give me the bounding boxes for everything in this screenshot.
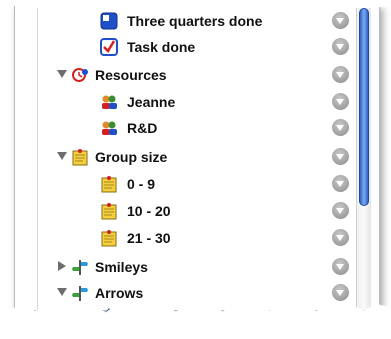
row-action-button[interactable]: [332, 284, 349, 301]
tree-row-label: 10 - 20: [127, 203, 171, 219]
tree-row-arrows[interactable]: Arrows: [15, 280, 379, 306]
tree-row-label: 21 - 30: [127, 230, 171, 246]
tree-row-21-30[interactable]: 21 - 30: [15, 225, 379, 251]
disclosure-triangle-collapsed[interactable]: [58, 261, 66, 271]
row-action-button[interactable]: [332, 229, 349, 246]
three-quarters-done-icon: [100, 12, 118, 30]
tree-row-label: Resources: [95, 67, 167, 83]
row-action-button[interactable]: [332, 175, 349, 192]
tree-row-label: R&D: [127, 120, 158, 136]
sticky-note-icon: [101, 176, 117, 193]
signpost-icon: [72, 260, 88, 275]
tree-row-three-quarters-done[interactable]: Three quarters done: [15, 8, 379, 34]
person-icon: [102, 95, 117, 109]
row-action-button[interactable]: [332, 258, 349, 275]
tree-row-0-9[interactable]: 0 - 9: [15, 171, 379, 197]
task-done-checkbox-icon: [100, 38, 118, 56]
sticky-note-icon: [101, 203, 117, 220]
sticky-note-icon: [101, 230, 117, 247]
tree-row-label: Smileys: [95, 259, 148, 275]
sticky-note-icon: [72, 149, 88, 166]
row-action-button[interactable]: [332, 66, 349, 83]
tree-row-label: Three quarters done: [127, 13, 263, 29]
scrollbar-thumb[interactable]: [359, 8, 369, 206]
tree-row-label: Jeanne: [127, 94, 176, 110]
tree-row-10-20[interactable]: 10 - 20: [15, 198, 379, 224]
tree-row-label: 0 - 9: [127, 176, 156, 192]
row-action-button[interactable]: [332, 202, 349, 219]
tree-row-r-and-d[interactable]: R&D: [15, 115, 379, 141]
tree-row-label: Arrows: [95, 285, 144, 301]
resources-icon: [72, 68, 88, 82]
row-action-button[interactable]: [332, 119, 349, 136]
signpost-icon: [72, 286, 88, 301]
tree-row-jeanne[interactable]: Jeanne: [15, 89, 379, 115]
tree-row-task-done[interactable]: Task done: [15, 34, 379, 60]
disclosure-triangle-expanded[interactable]: [57, 288, 67, 296]
tree-row-resources[interactable]: Resources: [15, 62, 379, 88]
row-action-button[interactable]: [332, 93, 349, 110]
tree-row-label: Task done: [127, 39, 196, 55]
tree-row-smileys[interactable]: Smileys: [15, 254, 379, 280]
row-action-button[interactable]: [332, 38, 349, 55]
outline-panel: Three quarters done Task done Resources …: [14, 4, 380, 325]
disclosure-triangle-expanded[interactable]: [57, 152, 67, 160]
tree-row-group-size[interactable]: Group size: [15, 144, 379, 170]
row-action-button[interactable]: [332, 148, 349, 165]
vertical-scrollbar[interactable]: [356, 8, 371, 310]
group-icon: [102, 121, 117, 135]
tree-row-label: Group size: [95, 149, 168, 165]
disclosure-triangle-expanded[interactable]: [57, 70, 67, 78]
row-action-button[interactable]: [332, 12, 349, 29]
